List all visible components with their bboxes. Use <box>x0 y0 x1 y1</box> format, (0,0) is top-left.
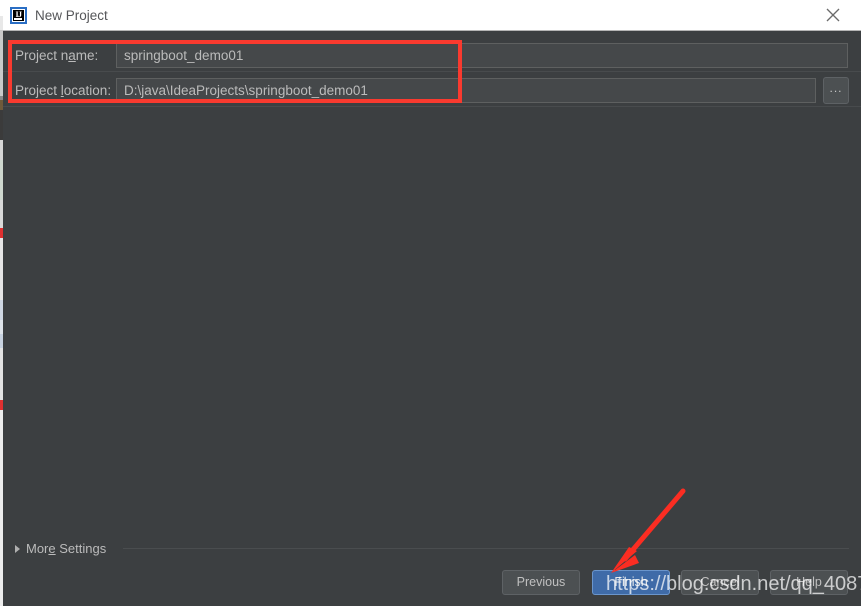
new-project-dialog: IJ New Project Project name: springboot_… <box>3 0 861 606</box>
project-name-label: Project name: <box>15 48 99 63</box>
more-settings-label: More Settings <box>26 541 107 556</box>
browse-folder-button[interactable]: ... <box>823 77 849 104</box>
ellipsis-icon: ... <box>829 81 843 95</box>
row-separator <box>3 71 861 72</box>
close-icon[interactable] <box>813 0 853 30</box>
intellij-idea-icon: IJ <box>10 7 27 24</box>
project-name-input[interactable]: springboot_demo01 <box>116 43 848 68</box>
project-location-input[interactable]: D:\java\IdeaProjects\springboot_demo01 <box>116 78 816 103</box>
project-location-label: Project location: <box>15 83 112 98</box>
dialog-title: New Project <box>35 8 108 23</box>
project-location-row: Project location: D:\java\IdeaProjects\s… <box>3 75 861 106</box>
project-name-mnemonic: a <box>68 48 76 63</box>
chevron-right-icon <box>15 545 20 553</box>
row-separator <box>3 106 861 107</box>
more-settings-divider <box>123 548 849 549</box>
previous-button[interactable]: Previous <box>502 570 580 595</box>
project-name-row: Project name: springboot_demo01 <box>3 40 861 71</box>
dialog-titlebar: IJ New Project <box>3 0 861 31</box>
dialog-body: Project name: springboot_demo01 Project … <box>3 31 861 606</box>
cancel-button[interactable]: Cancel <box>681 570 759 595</box>
help-button[interactable]: Help <box>770 570 848 595</box>
finish-button[interactable]: Finish <box>592 570 670 595</box>
more-settings-mnemonic: e <box>48 541 56 556</box>
